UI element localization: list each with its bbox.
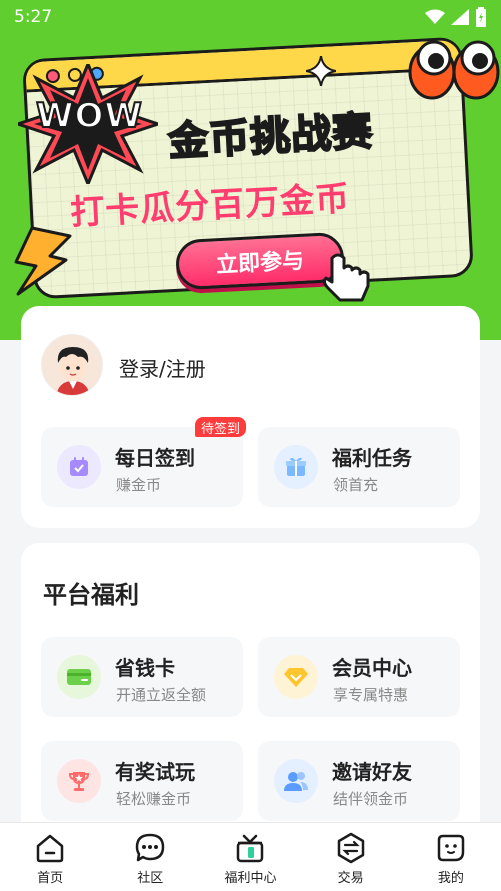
savings-card-subtitle: 开通立返全额 [116,686,207,704]
platform-benefits-card: 平台福利 省钱卡 开通立返全额 会员中心 享专属特惠 有奖试玩 轻松赚金币 邀请… [21,543,480,843]
wifi-icon [425,9,445,24]
join-button[interactable]: 立即参与 [174,231,346,291]
signal-icon [451,9,469,25]
calendar-check-icon [57,445,101,489]
avatar[interactable] [41,334,103,396]
sparkle-icon [306,56,336,86]
avatar-boy-icon [42,335,102,395]
status-icons [425,7,487,27]
savings-card-title: 省钱卡 [115,656,175,680]
nav-community-label: 社区 [137,871,164,886]
pending-checkin-badge: 待签到 [195,417,247,437]
nav-welfare-center[interactable]: 福利中心 [200,823,300,886]
nav-trade[interactable]: 交易 [301,823,401,886]
invite-friends-tile[interactable]: 邀请好友 结伴领金币 [258,741,460,821]
nav-trade-label: 交易 [337,871,364,886]
invite-friends-subtitle: 结伴领金币 [333,790,409,808]
welfare-task-subtitle: 领首充 [333,476,379,494]
welfare-task-tile[interactable]: 福利任务 领首充 [258,427,460,507]
nav-mine[interactable]: 我的 [401,823,501,886]
login-register-link[interactable]: 登录/注册 [119,353,206,382]
cartoon-eyes-icon [408,40,500,100]
gift-icon [274,445,318,489]
wow-text: WOW [35,95,143,137]
nav-home-label: 首页 [37,871,64,886]
daily-checkin-tile[interactable]: 每日签到 赚金币 [41,427,243,507]
savings-card-tile[interactable]: 省钱卡 开通立返全额 [41,637,243,717]
nav-home[interactable]: 首页 [0,823,100,886]
bottom-navigation: 首页 社区 福利中心 交易 我的 [0,822,501,891]
exchange-icon [337,832,364,864]
status-time: 5:27 [14,7,53,27]
section-title: 平台福利 [43,581,139,609]
trophy-icon [57,759,101,803]
nav-welfare-center-label: 福利中心 [224,871,277,886]
member-center-tile[interactable]: 会员中心 享专属特惠 [258,637,460,717]
member-center-subtitle: 享专属特惠 [333,686,409,704]
friends-icon [274,759,318,803]
daily-checkin-subtitle: 赚金币 [116,476,162,494]
trial-play-title: 有奖试玩 [115,760,195,784]
event-banner[interactable]: 5:27 WOW 金币挑战赛 打卡瓜分百万金币 立即参与 [0,0,501,340]
home-icon [36,834,64,863]
card-icon [57,655,101,699]
member-center-title: 会员中心 [332,656,412,680]
welfare-task-title: 福利任务 [332,446,412,470]
chat-icon [136,833,165,862]
gift-box-icon [237,834,264,863]
trial-play-subtitle: 轻松赚金币 [116,790,192,808]
trial-play-tile[interactable]: 有奖试玩 轻松赚金币 [41,741,243,821]
nav-community[interactable]: 社区 [100,823,200,886]
nav-mine-label: 我的 [437,871,464,886]
banner-title: 金币挑战赛 [166,108,375,167]
profile-face-icon [437,834,465,862]
invite-friends-title: 邀请好友 [332,760,412,784]
diamond-icon [274,655,318,699]
battery-icon [476,7,486,27]
status-bar: 5:27 [0,0,501,34]
lightning-bolt-icon [14,226,72,296]
pointer-hand-icon [322,253,370,302]
daily-checkin-title: 每日签到 [115,446,195,470]
profile-card: 登录/注册 每日签到 赚金币 待签到 福利任务 领首充 [21,306,480,528]
